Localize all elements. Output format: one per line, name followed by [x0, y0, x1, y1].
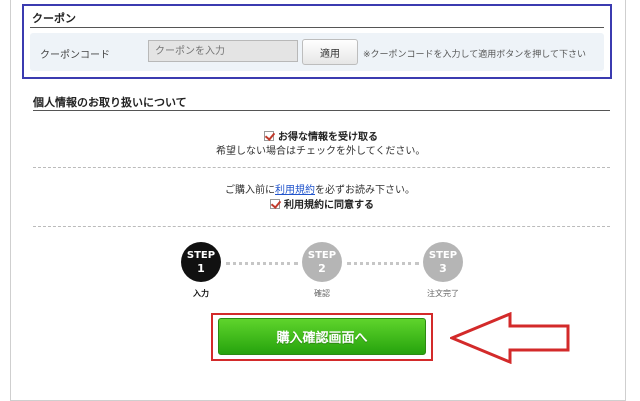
step-2-number: 2 [318, 262, 326, 275]
step-1-number: 1 [197, 262, 205, 275]
deals-checkbox-row[interactable]: お得な情報を受け取る [264, 128, 378, 143]
step-3-number: 3 [439, 262, 447, 275]
coupon-row: クーポンコード 適用 ※クーポンコードを入力して適用ボタンを押して下さい [30, 33, 604, 71]
apply-coupon-button[interactable]: 適用 [302, 39, 358, 65]
deals-checkbox[interactable] [264, 130, 274, 141]
step-2-label: 確認 [314, 289, 330, 298]
dashed-divider [33, 167, 610, 168]
deals-note: 希望しない場合はチェックを外してください。 [216, 146, 426, 157]
proceed-to-confirmation-button[interactable]: 購入確認画面へ [218, 318, 426, 355]
step-1-word: STEP [186, 250, 216, 261]
agree-checkbox-row[interactable]: 利用規約に同意する [270, 196, 374, 211]
step-3-indicator: STEP 3 [423, 242, 463, 282]
agree-checkbox[interactable] [270, 198, 280, 209]
dashed-divider [33, 226, 610, 227]
coupon-divider [30, 27, 604, 28]
pointer-arrow-icon [450, 312, 570, 364]
terms-prefix: ご購入前に [225, 185, 275, 196]
step-2-indicator: STEP 2 [302, 242, 342, 282]
step-1-indicator: STEP 1 [181, 242, 221, 282]
coupon-section: クーポン クーポンコード 適用 ※クーポンコードを入力して適用ボタンを押して下さ… [22, 4, 612, 79]
step-connector [347, 262, 419, 265]
step-3-label: 注文完了 [427, 289, 459, 298]
terms-link[interactable]: 利用規約 [275, 185, 315, 196]
agree-checkbox-label: 利用規約に同意する [284, 200, 374, 211]
deals-checkbox-label: お得な情報を受け取る [278, 132, 378, 143]
step-connector [226, 262, 298, 265]
terms-notice: ご購入前に利用規約を必ずお読み下さい。 [225, 181, 415, 196]
coupon-code-input[interactable] [148, 40, 298, 62]
step-2-word: STEP [307, 250, 337, 261]
privacy-title: 個人情報のお取り扱いについて [33, 96, 187, 109]
step-3-word: STEP [428, 250, 458, 261]
coupon-note: ※クーポンコードを入力して適用ボタンを押して下さい [363, 50, 587, 60]
coupon-title: クーポン [32, 12, 76, 25]
coupon-code-label: クーポンコード [40, 50, 110, 61]
terms-suffix: を必ずお読み下さい。 [315, 185, 415, 196]
privacy-divider [33, 110, 610, 111]
step-1-label: 入力 [193, 289, 209, 298]
